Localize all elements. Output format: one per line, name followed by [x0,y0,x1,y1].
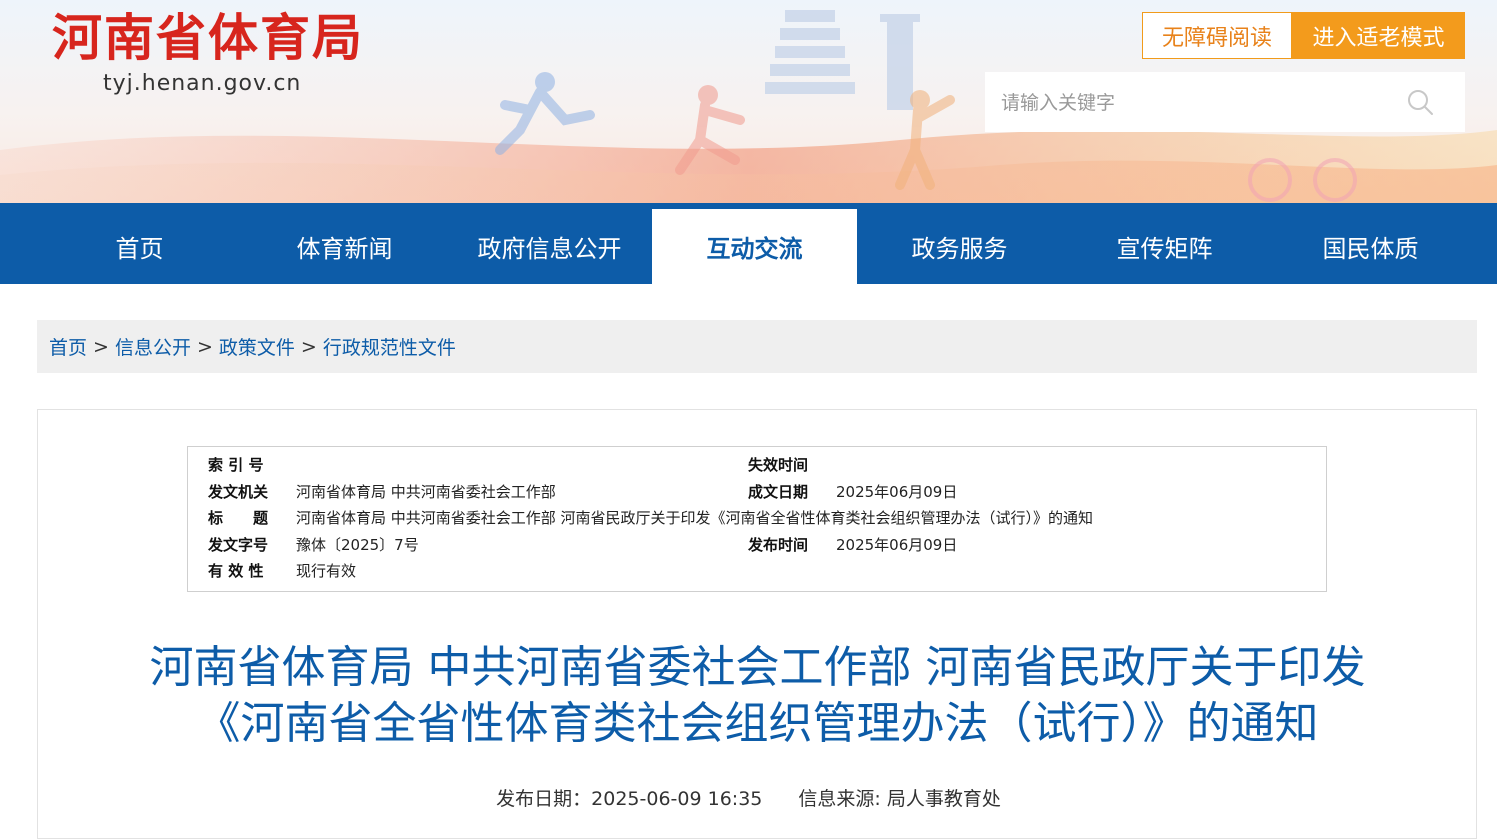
meta-docno-value: 豫体〔2025〕7号 [296,536,419,554]
source-label: 信息来源: [798,788,887,810]
meta-issuer-label: 发文机关 [208,483,269,501]
nav-item-home[interactable]: 首页 [37,209,242,284]
meta-validity-label: 有 效 性 [208,562,264,580]
breadcrumb-info-public[interactable]: 信息公开 [115,333,191,360]
breadcrumb: 首页 > 信息公开 > 政策文件 > 行政规范性文件 [37,320,1477,373]
breadcrumb-normative-docs[interactable]: 行政规范性文件 [323,333,456,360]
article-title-line1: 河南省体育局 中共河南省委社会工作部 河南省民政厅关于印发 [149,642,1366,693]
search-box [985,72,1465,132]
source-value: 局人事教育处 [886,788,1001,810]
publish-date-value: 2025-06-09 16:35 [591,788,763,810]
breadcrumb-home[interactable]: 首页 [49,333,87,360]
meta-expire-label: 失效时间 [748,456,809,474]
meta-written-label: 成文日期 [748,483,809,501]
site-domain: tyj.henan.gov.cn [103,71,302,96]
article-title: 河南省体育局 中共河南省委社会工作部 河南省民政厅关于印发 《河南省全省性体育类… [60,640,1455,752]
breadcrumb-separator: > [300,335,317,358]
site-header: 河南省体育局 tyj.henan.gov.cn 无障碍阅读 进入适老模式 [0,0,1497,203]
meta-row-title: 标 题 河南省体育局 中共河南省委社会工作部 河南省民政厅关于印发《河南省全省性… [188,506,1326,530]
elder-mode-button[interactable]: 进入适老模式 [1292,12,1465,59]
nav-item-fitness[interactable]: 国民体质 [1268,209,1473,284]
nav-item-services[interactable]: 政务服务 [857,209,1062,284]
accessible-reading-button[interactable]: 无障碍阅读 [1142,12,1292,59]
meta-publish-value: 2025年06月09日 [836,536,958,554]
meta-docno-label: 发文字号 [208,536,269,554]
search-icon[interactable] [1405,87,1435,117]
document-meta-table: 索 引 号 失效时间 发文机关 河南省体育局 中共河南省委社会工作部 成文日期 … [187,446,1327,592]
meta-index-label: 索 引 号 [208,456,264,474]
site-logo-title[interactable]: 河南省体育局 [52,6,364,70]
meta-row-docno: 发文字号 豫体〔2025〕7号 发布时间 2025年06月09日 [188,533,1326,557]
meta-row-validity: 有 效 性 现行有效 [188,559,1326,583]
nav-item-sports-news[interactable]: 体育新闻 [242,209,447,284]
publish-date-label: 发布日期： [496,788,592,810]
nav-item-interaction[interactable]: 互动交流 [652,209,857,284]
meta-validity-value: 现行有效 [296,562,357,580]
search-input[interactable] [999,86,1403,120]
nav-item-gov-info[interactable]: 政府信息公开 [447,209,652,284]
breadcrumb-policy-docs[interactable]: 政策文件 [219,333,295,360]
article-meta: 发布日期：2025-06-09 16:35 信息来源: 局人事教育处 [0,784,1497,811]
meta-title-label: 标 题 [208,509,269,527]
meta-issuer-value: 河南省体育局 中共河南省委社会工作部 [296,483,556,501]
meta-written-value: 2025年06月09日 [836,483,958,501]
meta-row-index: 索 引 号 失效时间 [188,453,1326,477]
breadcrumb-separator: > [93,335,109,358]
article-title-line2: 《河南省全省性体育类社会组织管理办法（试行）》的通知 [196,698,1319,749]
meta-title-value: 河南省体育局 中共河南省委社会工作部 河南省民政厅关于印发《河南省全省性体育类社… [296,509,1094,527]
main-nav: 首页 体育新闻 政府信息公开 互动交流 政务服务 宣传矩阵 国民体质 [0,203,1497,284]
meta-row-issuer: 发文机关 河南省体育局 中共河南省委社会工作部 成文日期 2025年06月09日 [188,480,1326,504]
nav-item-media-matrix[interactable]: 宣传矩阵 [1062,209,1267,284]
breadcrumb-separator: > [196,335,213,358]
meta-publish-label: 发布时间 [748,536,809,554]
